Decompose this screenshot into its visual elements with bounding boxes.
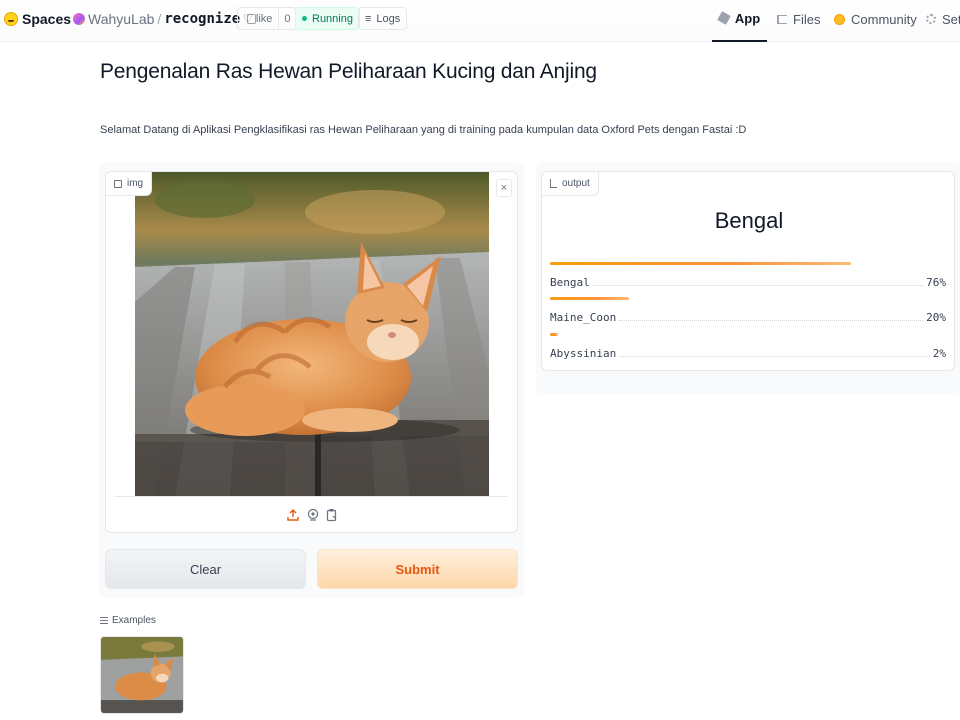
like-button[interactable]: ♡ like 0	[237, 7, 297, 30]
breadcrumb-separator: /	[157, 11, 162, 27]
confidence-label: Bengal	[550, 276, 590, 289]
community-icon	[834, 13, 845, 25]
like-label: like	[255, 12, 273, 25]
tab-settings[interactable]: Sett	[926, 0, 960, 38]
confidence-label: Abyssinian	[550, 347, 617, 360]
confidence-bar	[550, 333, 558, 336]
repo-breadcrumb: WahyuLab / recognize	[73, 0, 257, 38]
tab-app[interactable]: App	[712, 0, 767, 42]
top-navbar: Spaces WahyuLab / recognize ♡ like 0 Run…	[0, 0, 960, 42]
output-label: output	[542, 172, 599, 196]
cube-icon	[717, 11, 731, 25]
gear-icon	[926, 14, 936, 24]
image-input[interactable]: img ×	[105, 171, 518, 533]
logs-button[interactable]: ≡ Logs	[358, 7, 408, 30]
list-icon	[100, 617, 108, 624]
confidence-row[interactable]: Bengal 76%	[550, 276, 946, 289]
top-prediction: Bengal	[714, 208, 784, 233]
leader-dots	[592, 285, 924, 286]
tab-app-label: App	[734, 10, 761, 26]
clipboard-icon[interactable]	[325, 508, 339, 522]
label-output: output Bengal Bengal 76% Maine_Coon 20% Abys…	[541, 171, 955, 371]
image-icon	[114, 179, 122, 188]
chart-icon	[550, 179, 557, 188]
output-panel: output Bengal Bengal 76% Maine_Coon 20% Abys…	[536, 163, 960, 394]
clear-button[interactable]: Clear	[105, 549, 306, 589]
status-label: Running	[312, 12, 353, 25]
upload-icon[interactable]	[286, 508, 300, 522]
cat-photo	[135, 172, 489, 496]
huggingface-logo-icon	[4, 12, 18, 26]
leader-dots	[619, 320, 924, 321]
page-description: Selamat Datang di Aplikasi Pengklasifika…	[100, 124, 747, 136]
confidence-percent: 2%	[932, 347, 946, 360]
tab-files-label: Files	[793, 11, 821, 27]
example-thumbnail[interactable]	[100, 636, 184, 714]
leader-dots	[619, 356, 930, 357]
confidence-percent: 20%	[926, 311, 946, 324]
tab-community[interactable]: Community	[834, 0, 917, 38]
spaces-label: Spaces	[22, 11, 72, 27]
confidence-percent: 76%	[926, 276, 946, 289]
like-count: 0	[278, 8, 295, 29]
spaces-home-link[interactable]: Spaces	[4, 0, 71, 38]
tab-files[interactable]: Files	[777, 0, 820, 38]
confidence-bar	[550, 262, 851, 265]
repo-name-link[interactable]: recognize	[164, 11, 240, 27]
files-icon	[777, 14, 787, 24]
logs-icon: ≡	[365, 12, 372, 25]
clear-image-button[interactable]: ×	[496, 179, 512, 197]
input-panel: img × Clear Submit	[99, 163, 524, 597]
divider	[115, 496, 508, 497]
logs-label: Logs	[376, 12, 401, 25]
submit-button[interactable]: Submit	[317, 549, 518, 589]
image-input-label-text: img	[127, 178, 144, 189]
uploaded-image	[135, 172, 489, 496]
status-dot-icon	[302, 16, 307, 21]
like-label-group: ♡ like	[238, 8, 278, 29]
webcam-icon[interactable]	[306, 508, 320, 522]
examples-label: Examples	[112, 615, 156, 626]
image-input-label: img	[106, 172, 153, 196]
examples-header: Examples	[100, 615, 156, 626]
owner-link[interactable]: WahyuLab	[88, 11, 154, 27]
output-label-text: output	[562, 178, 590, 189]
confidence-row[interactable]: Abyssinian 2%	[550, 347, 946, 360]
confidence-bar	[550, 297, 629, 300]
page-title: Pengenalan Ras Hewan Peliharaan Kucing d…	[100, 60, 597, 83]
heart-icon: ♡	[243, 13, 253, 25]
example-cat-image	[101, 637, 183, 713]
status-badge[interactable]: Running	[295, 7, 360, 30]
tab-community-label: Community	[851, 11, 917, 27]
tab-settings-label: Sett	[942, 11, 960, 27]
owner-avatar	[73, 13, 85, 25]
confidence-label: Maine_Coon	[550, 311, 617, 324]
confidence-row[interactable]: Maine_Coon 20%	[550, 311, 946, 324]
